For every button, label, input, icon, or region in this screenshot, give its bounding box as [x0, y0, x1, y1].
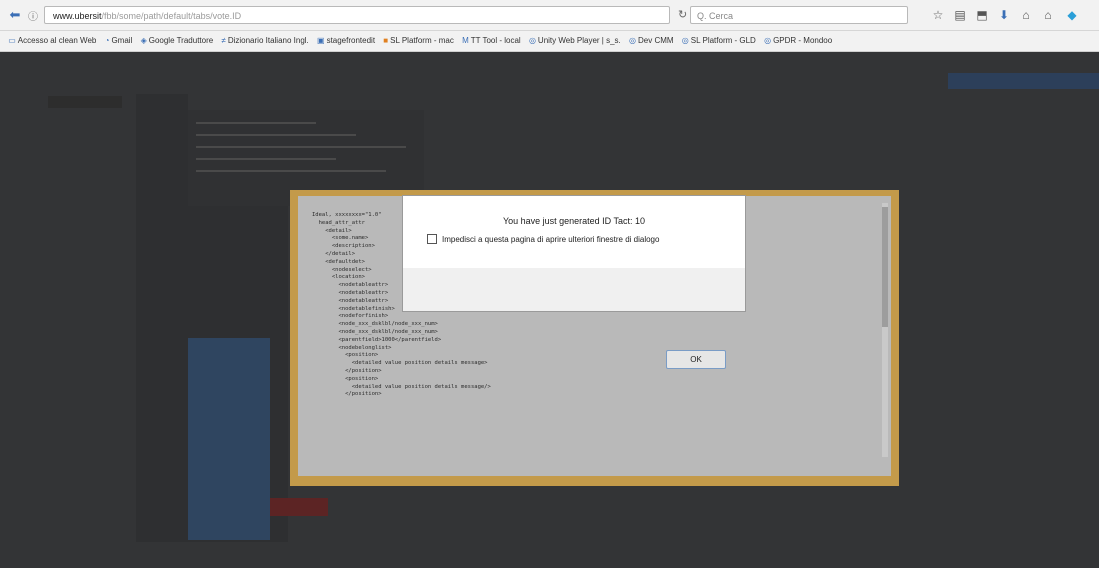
- dialog-body: You have just generated ID Tact: 10 Impe…: [403, 196, 745, 268]
- bookmark-item[interactable]: ◎ Unity Web Player | s_s.: [529, 31, 621, 51]
- code-text-line: <nodebelonglist>: [312, 344, 392, 351]
- globe-icon: ◎: [629, 36, 636, 45]
- bookmark-item[interactable]: ◎ SL Platform - GLD: [682, 31, 756, 51]
- download-icon[interactable]: ⬇: [996, 7, 1012, 23]
- panel-header: [136, 94, 188, 112]
- tool-icon: M: [462, 36, 469, 45]
- back-arrow-icon: ⬅: [9, 7, 21, 22]
- code-line: [196, 122, 316, 124]
- bookmarks-bar: ▭ Accesso al clean Web ◔ Gmail ◈ Google Tra…: [0, 31, 1099, 52]
- code-text-line: <node_xxx_dsklbl/node_xxx_num>: [312, 328, 438, 335]
- code-text-line: <position>: [312, 375, 379, 382]
- url-host: www.ubersit: [53, 11, 102, 21]
- alert-dialog: You have just generated ID Tact: 10 Impe…: [402, 195, 746, 369]
- suppress-dialogs-checkbox[interactable]: [427, 234, 437, 244]
- globe-icon: ◎: [681, 36, 689, 45]
- bookmark-item[interactable]: ◎ GPDR - Mondoo: [764, 31, 832, 51]
- selected-panel: [188, 338, 270, 540]
- gmail-icon: ◔: [104, 36, 110, 45]
- code-line: [196, 158, 336, 160]
- ok-button[interactable]: OK: [666, 350, 726, 369]
- suppress-dialogs-label: Impedisci a questa pagina di aprire ulte…: [442, 234, 660, 244]
- bookmark-item[interactable]: ■ SL Platform - mac: [383, 31, 454, 51]
- code-text-line: </position>: [312, 367, 382, 374]
- bookmark-item[interactable]: ◈ Google Traduttore: [141, 31, 214, 51]
- code-text-line: <node_xxx_dsklbl/node_xxx_num>: [312, 321, 438, 328]
- address-bar[interactable]: www.ubersit/fbb/some/path/default/tabs/v…: [44, 6, 670, 24]
- bookmark-item[interactable]: ▣ stagefrontedit: [317, 31, 375, 51]
- url-path: /fbb/some/path/default/tabs/vote.ID: [101, 11, 242, 21]
- code-text-line: <detailed value position details message…: [312, 383, 491, 390]
- bookmark-item[interactable]: M TT Tool - local: [462, 31, 521, 51]
- bookmark-item[interactable]: ≠ Dizionario Italiano Ingl.: [221, 31, 308, 51]
- bookmark-item[interactable]: ▭ Accesso al clean Web: [8, 31, 96, 51]
- globe-icon: ◎: [528, 36, 536, 45]
- search-placeholder: Q. Cerca: [697, 11, 734, 21]
- suppress-dialogs-option[interactable]: Impedisci a questa pagina di aprire ulte…: [427, 234, 659, 244]
- folder-icon: ▣: [317, 36, 325, 45]
- sidebar-tab: [48, 96, 122, 108]
- bookmark-star-icon[interactable]: ☆: [930, 7, 946, 23]
- bookmark-icon: ▭: [8, 36, 16, 45]
- reload-button[interactable]: ↻: [678, 8, 687, 21]
- code-line: [196, 170, 386, 172]
- dialog-footer: OK: [403, 268, 745, 369]
- header-action-area: [948, 73, 1099, 89]
- extension-icon[interactable]: ◆: [1064, 7, 1080, 23]
- dictionary-icon: ≠: [221, 36, 226, 45]
- site-info-button[interactable]: ⓘ: [26, 5, 40, 25]
- code-text-line: <position>: [312, 352, 379, 359]
- home-icon[interactable]: ⌂: [1040, 7, 1056, 23]
- reload-icon: ↻: [678, 9, 688, 21]
- scrollbar-thumb[interactable]: [882, 207, 888, 327]
- code-text-line: <nodeforfinish>: [312, 313, 389, 320]
- translate-icon: ◈: [140, 36, 147, 45]
- info-icon: ⓘ: [28, 11, 38, 23]
- sync-icon[interactable]: ⌂: [1018, 7, 1034, 23]
- code-line: [196, 134, 356, 136]
- error-marker: [270, 498, 328, 516]
- platform-icon: ■: [383, 36, 389, 45]
- search-input[interactable]: Q. Cerca: [690, 6, 908, 24]
- bookmark-item[interactable]: ◔ Gmail: [105, 31, 133, 51]
- reading-list-icon[interactable]: ▤: [952, 7, 968, 23]
- globe-icon: ◎: [764, 36, 772, 45]
- back-button[interactable]: ⬅: [6, 5, 24, 25]
- pocket-icon[interactable]: ⬒: [974, 7, 990, 23]
- code-text-line: <parentfield>1000</parentfield>: [312, 336, 442, 343]
- code-line: [196, 146, 406, 148]
- bookmark-item[interactable]: ◎ Dev CMM: [629, 31, 674, 51]
- code-text-line: </position>: [312, 391, 382, 398]
- code-text-line: <detailed value position details message…: [312, 360, 488, 367]
- browser-toolbar: ⬅ ⓘ www.ubersit/fbb/some/path/default/ta…: [0, 0, 1099, 31]
- modal-scrollbar[interactable]: [882, 203, 888, 457]
- dialog-message: You have just generated ID Tact: 10: [502, 216, 646, 226]
